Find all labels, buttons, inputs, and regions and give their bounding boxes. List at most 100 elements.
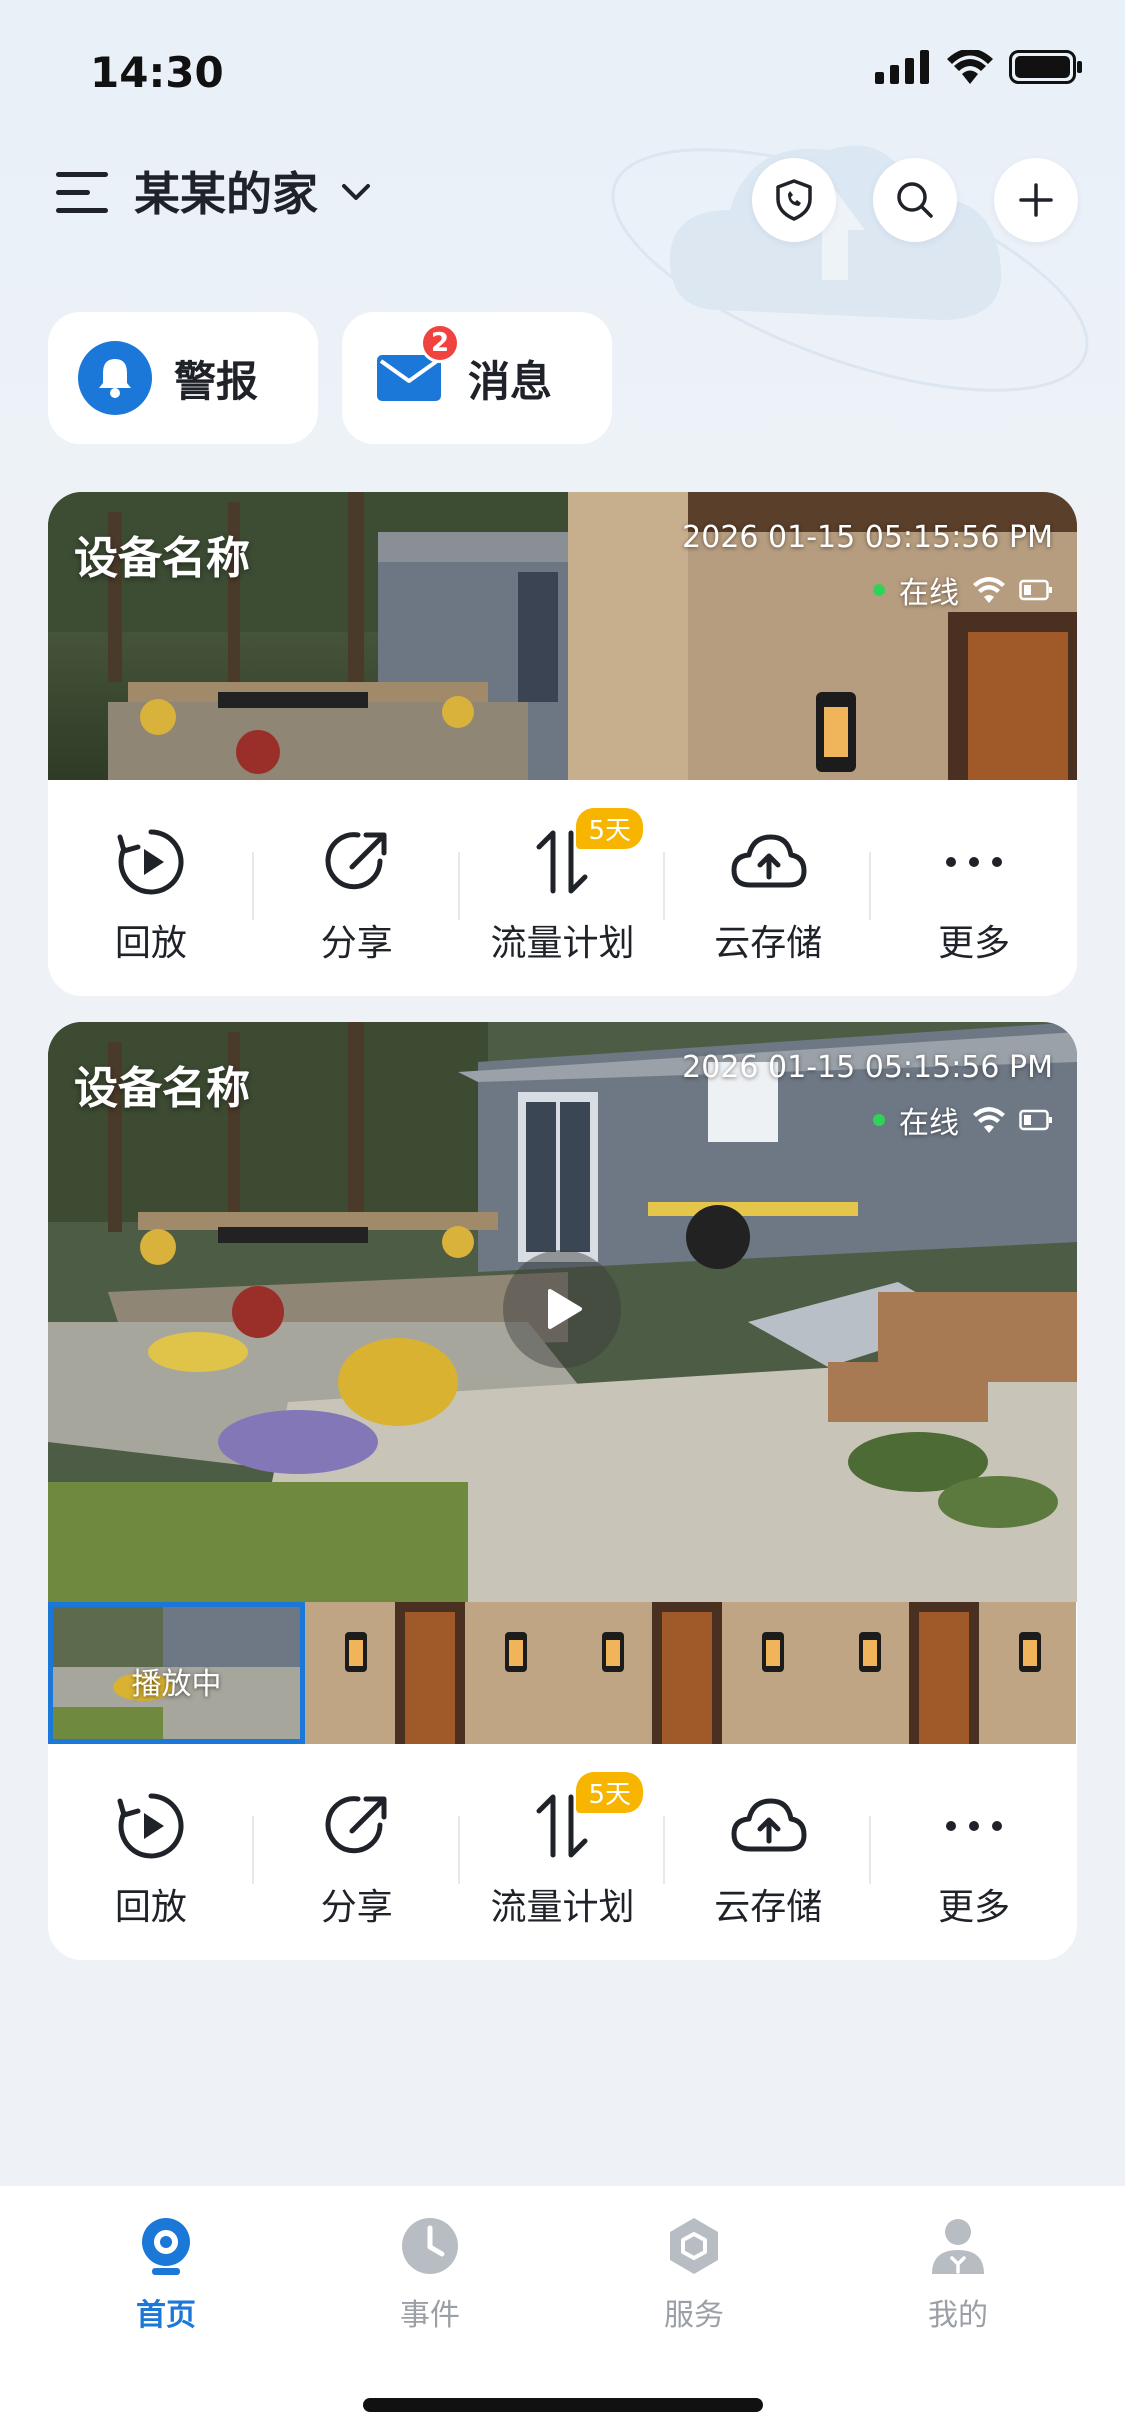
bottom-tab-bar: 首页 事件 服务 我的 <box>0 2186 1125 2436</box>
clip-thumbnail-strip: 播放中 <box>48 1602 1077 1744</box>
tab-services[interactable]: 服务 <box>624 2210 764 2334</box>
camera-status: 在线 <box>873 1098 1053 1142</box>
data-plan-icon-wrap: 5天 <box>522 808 644 902</box>
device-name: 设备名称 <box>74 533 250 584</box>
clip-thumbnail[interactable] <box>562 1602 819 1744</box>
search-icon <box>897 182 933 218</box>
camera-status: 在线 <box>873 568 1053 612</box>
share-label: 分享 <box>320 1887 393 1928</box>
home-tab-icon-wrap <box>130 2210 202 2282</box>
tab-label: 首页 <box>136 2298 196 2333</box>
menu-icon[interactable] <box>56 168 112 218</box>
camera-timestamp: 2026 01-15 05:15:56 PM <box>682 520 1053 555</box>
replay-icon <box>117 829 184 895</box>
more-dots-icon <box>946 1821 1003 1831</box>
plus-icon <box>1019 183 1053 217</box>
status-icons <box>875 50 1083 84</box>
more-dots-icon <box>946 857 1003 867</box>
online-dot-icon <box>873 584 885 596</box>
clip-thumbnail[interactable] <box>819 1602 1076 1744</box>
header: 某某的家 <box>0 140 1125 280</box>
cloud-storage-label: 云存储 <box>714 923 823 964</box>
data-plan-action[interactable]: 5天 流量计划 <box>460 1744 666 1960</box>
camera-home-icon <box>142 2218 190 2275</box>
more-action[interactable]: 更多 <box>871 780 1077 996</box>
more-label: 更多 <box>938 923 1011 964</box>
share-action[interactable]: 分享 <box>254 780 460 996</box>
share-action[interactable]: 分享 <box>254 1744 460 1960</box>
data-plan-label: 流量计划 <box>490 923 635 964</box>
shield-phone-icon <box>776 179 812 221</box>
online-dot-icon <box>873 1114 885 1126</box>
play-button[interactable] <box>503 1250 621 1368</box>
camera-preview-1[interactable]: 设备名称 2026 01-15 05:15:56 PM 在线 <box>48 492 1077 780</box>
device-name: 设备名称 <box>74 1063 250 1114</box>
tab-events[interactable]: 事件 <box>360 2210 500 2334</box>
more-action[interactable]: 更多 <box>871 1744 1077 1960</box>
plan-days-badge: 5天 <box>576 808 644 849</box>
clip-thumbnail[interactable] <box>305 1602 562 1744</box>
cloud-storage-action[interactable]: 云存储 <box>665 1744 872 1960</box>
device-card-1: 设备名称 2026 01-15 05:15:56 PM 在线 回放 分享 5天 … <box>48 492 1077 996</box>
cloud-upload-icon <box>731 1798 807 1852</box>
cellular-signal-icon <box>875 50 929 84</box>
clock-icon <box>402 2218 458 2274</box>
tab-label: 服务 <box>664 2298 724 2333</box>
alert-tile[interactable]: 警报 <box>48 312 318 444</box>
tab-label: 我的 <box>928 2298 988 2333</box>
playback-icon-wrap <box>111 822 191 902</box>
battery-level-icon <box>1019 1109 1052 1131</box>
playback-action[interactable]: 回放 <box>48 780 254 996</box>
share-icon <box>325 1796 387 1854</box>
message-count-badge: 2 <box>420 323 460 363</box>
search-button[interactable] <box>873 158 957 242</box>
battery-icon <box>1009 50 1082 84</box>
cloud-storage-icon-wrap <box>728 822 808 902</box>
tab-label: 事件 <box>400 2298 460 2333</box>
hexagon-icon <box>670 2218 718 2274</box>
clip-thumbnail-active[interactable]: 播放中 <box>48 1602 305 1744</box>
device-actions-1: 回放 分享 5天 流量计划 云存储 更多 <box>48 780 1077 996</box>
thumbnail-image <box>305 1602 562 1744</box>
tab-profile[interactable]: 我的 <box>888 2210 1028 2334</box>
play-icon <box>548 1289 582 1329</box>
cloud-upload-icon <box>731 834 807 888</box>
playback-label: 回放 <box>114 1887 187 1928</box>
more-icon-wrap <box>934 822 1014 902</box>
message-tile[interactable]: 2 消息 <box>342 312 612 444</box>
battery-level-icon <box>1019 579 1052 601</box>
wifi-signal-icon <box>973 1107 1005 1133</box>
more-icon-wrap <box>934 1786 1014 1866</box>
data-plan-action[interactable]: 5天 流量计划 <box>460 780 666 996</box>
device-card-2: 设备名称 2026 01-15 05:15:56 PM 在线 播放中 回放 分享… <box>48 1022 1077 1960</box>
status-time: 14:30 <box>90 48 224 97</box>
add-device-button[interactable] <box>994 158 1078 242</box>
playback-action[interactable]: 回放 <box>48 1744 254 1960</box>
wifi-icon <box>947 50 993 84</box>
message-icon-wrap: 2 <box>372 323 460 415</box>
more-label: 更多 <box>938 1887 1011 1928</box>
profile-tab-icon-wrap <box>922 2210 994 2282</box>
data-plan-icon-wrap: 5天 <box>522 1772 644 1866</box>
message-label: 消息 <box>468 356 553 406</box>
playback-label: 回放 <box>114 923 187 964</box>
status-bar: 14:30 <box>0 0 1125 140</box>
bell-icon <box>78 341 152 415</box>
services-tab-icon-wrap <box>658 2210 730 2282</box>
replay-icon <box>117 1793 184 1859</box>
home-selector[interactable]: 某某的家 <box>134 158 318 224</box>
thumbnail-image <box>819 1602 1076 1744</box>
events-tab-icon-wrap <box>394 2210 466 2282</box>
cloud-storage-action[interactable]: 云存储 <box>665 780 872 996</box>
camera-timestamp: 2026 01-15 05:15:56 PM <box>682 1050 1053 1085</box>
share-icon-wrap <box>317 1786 397 1866</box>
online-status-label: 在线 <box>899 576 959 611</box>
share-icon-wrap <box>317 822 397 902</box>
camera-preview-2[interactable]: 设备名称 2026 01-15 05:15:56 PM 在线 播放中 <box>48 1022 1077 1744</box>
cloud-storage-label: 云存储 <box>714 1887 823 1928</box>
tab-home[interactable]: 首页 <box>96 2210 236 2334</box>
chevron-down-icon[interactable] <box>338 174 374 210</box>
playback-icon-wrap <box>111 1786 191 1866</box>
security-button[interactable] <box>752 158 836 242</box>
data-plan-label: 流量计划 <box>490 1887 635 1928</box>
